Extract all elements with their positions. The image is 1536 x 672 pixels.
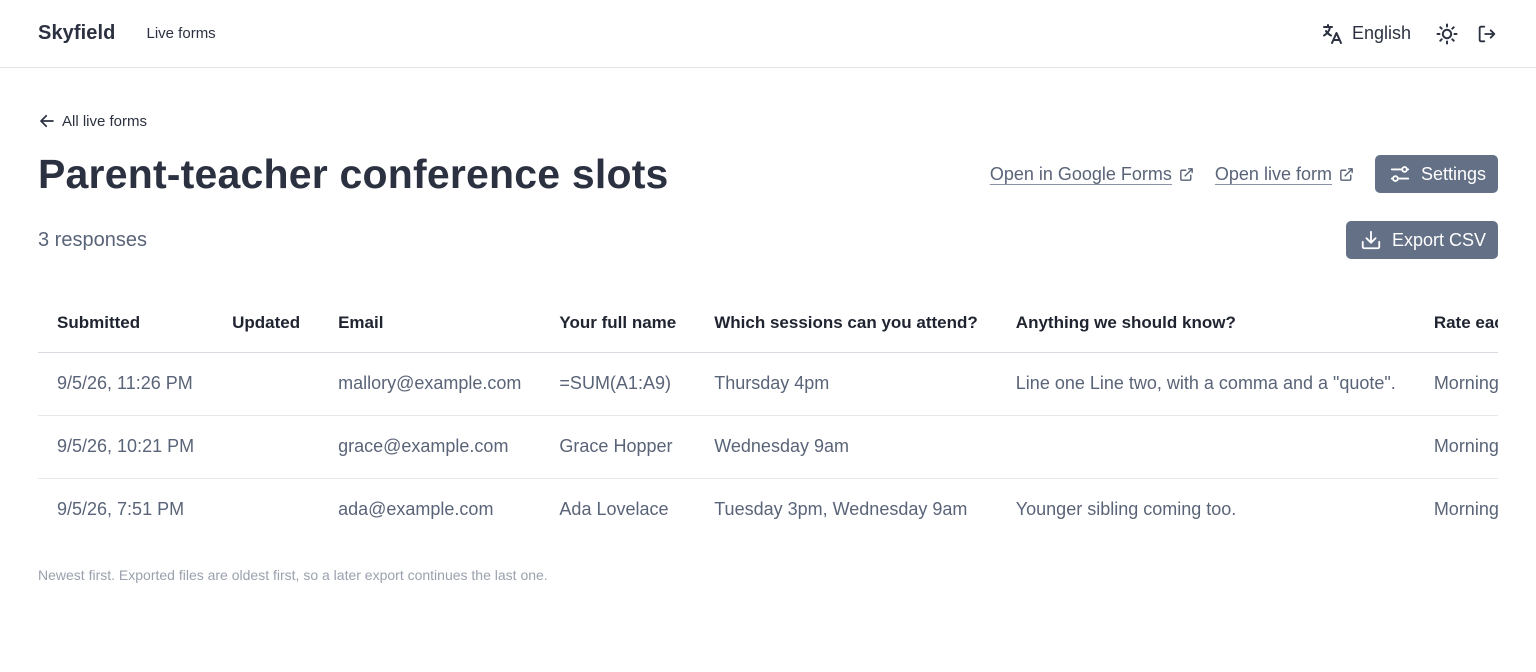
column-header-notes: Anything we should know? [996, 294, 1415, 353]
main-content: All live forms Parent-teacher conference… [0, 68, 1536, 583]
responses-count: 3 responses [38, 228, 147, 251]
top-right-controls: English [1320, 22, 1498, 46]
sliders-icon [1389, 163, 1411, 185]
cell-updated [213, 478, 319, 541]
table-row: 9/5/26, 11:26 PM mallory@example.com =SU… [38, 352, 1498, 416]
logout-icon [1476, 23, 1498, 45]
theme-toggle-button[interactable] [1435, 22, 1459, 46]
page-title: Parent-teacher conference slots [38, 150, 669, 197]
language-switcher[interactable]: English [1320, 22, 1411, 46]
nav-live-forms[interactable]: Live forms [147, 25, 216, 42]
open-google-forms-link[interactable]: Open in Google Forms [990, 164, 1195, 185]
cell-notes: Line one Line two, with a comma and a "q… [996, 352, 1415, 416]
export-csv-button[interactable]: Export CSV [1345, 221, 1498, 259]
page-actions: Open in Google Forms Open live form Sett… [970, 155, 1498, 193]
cell-rate-options: Morning: No; A [1414, 415, 1498, 479]
cell-submitted: 9/5/26, 7:51 PM [57, 499, 185, 520]
translate-icon [1320, 22, 1344, 46]
cell-rate-options: Morning: Tight [1414, 352, 1498, 416]
column-header-email: Email [319, 294, 541, 353]
responses-table-container[interactable]: Submitted Updated Email Your full name W… [38, 294, 1498, 541]
brand-logo[interactable]: Skyfield [38, 22, 116, 45]
responses-row: 3 responses Export CSV [38, 216, 1498, 264]
cell-notes [996, 415, 1415, 479]
title-row: Parent-teacher conference slots Open in … [38, 144, 1498, 204]
settings-button[interactable]: Settings [1374, 155, 1498, 193]
cell-email: grace@example.com [319, 415, 541, 479]
cell-full-name: Grace Hopper [540, 415, 696, 479]
cell-sessions: Wednesday 9am [695, 415, 997, 479]
open-live-form-link[interactable]: Open live form [1215, 164, 1355, 185]
table-footnote: Newest first. Exported files are oldest … [38, 567, 548, 583]
logout-button[interactable] [1476, 23, 1498, 45]
settings-label: Settings [1420, 163, 1486, 184]
table-header-row: Submitted Updated Email Your full name W… [38, 294, 1498, 353]
column-header-full-name: Your full name [540, 294, 696, 353]
open-google-forms-label: Open in Google Forms [989, 163, 1172, 184]
cell-notes: Younger sibling coming too. [1015, 499, 1237, 520]
table-row: 9/5/26, 10:21 PM grace@example.com Grace… [38, 415, 1498, 479]
column-header-updated: Updated [213, 294, 320, 353]
export-csv-label: Export CSV [1391, 229, 1486, 250]
responses-table: Submitted Updated Email Your full name W… [38, 294, 1498, 541]
external-link-icon [1332, 166, 1355, 183]
sun-icon [1435, 22, 1459, 46]
table-row: 9/5/26, 7:51 PM ada@example.com Ada Love… [38, 478, 1498, 541]
back-link[interactable]: All live forms [38, 112, 147, 130]
cell-submitted: 9/5/26, 10:21 PM [38, 415, 214, 479]
external-link-icon [1172, 166, 1195, 183]
arrow-left-icon [38, 112, 56, 130]
cell-updated [213, 415, 320, 479]
column-header-submitted: Submitted [38, 294, 214, 353]
cell-submitted: 9/5/26, 11:26 PM [38, 352, 214, 416]
cell-sessions: Tuesday 3pm, Wednesday 9am [714, 499, 968, 520]
cell-sessions: Thursday 4pm [695, 352, 997, 416]
back-link-label: All live forms [62, 112, 148, 130]
cell-updated [213, 352, 320, 416]
column-header-sessions: Which sessions can you attend? [695, 294, 997, 353]
cell-full-name: Ada Lovelace [559, 499, 669, 520]
top-navbar: Skyfield Live forms English [0, 0, 1536, 68]
open-live-form-label: Open live form [1214, 163, 1332, 184]
download-icon [1360, 229, 1382, 251]
cell-rate-options: Morning: Work [1433, 499, 1498, 520]
cell-email: ada@example.com [338, 499, 494, 520]
language-label: English [1351, 23, 1411, 43]
cell-full-name: =SUM(A1:A9) [540, 352, 696, 416]
cell-email: mallory@example.com [319, 352, 541, 416]
column-header-rate-options: Rate each option [1414, 294, 1498, 353]
